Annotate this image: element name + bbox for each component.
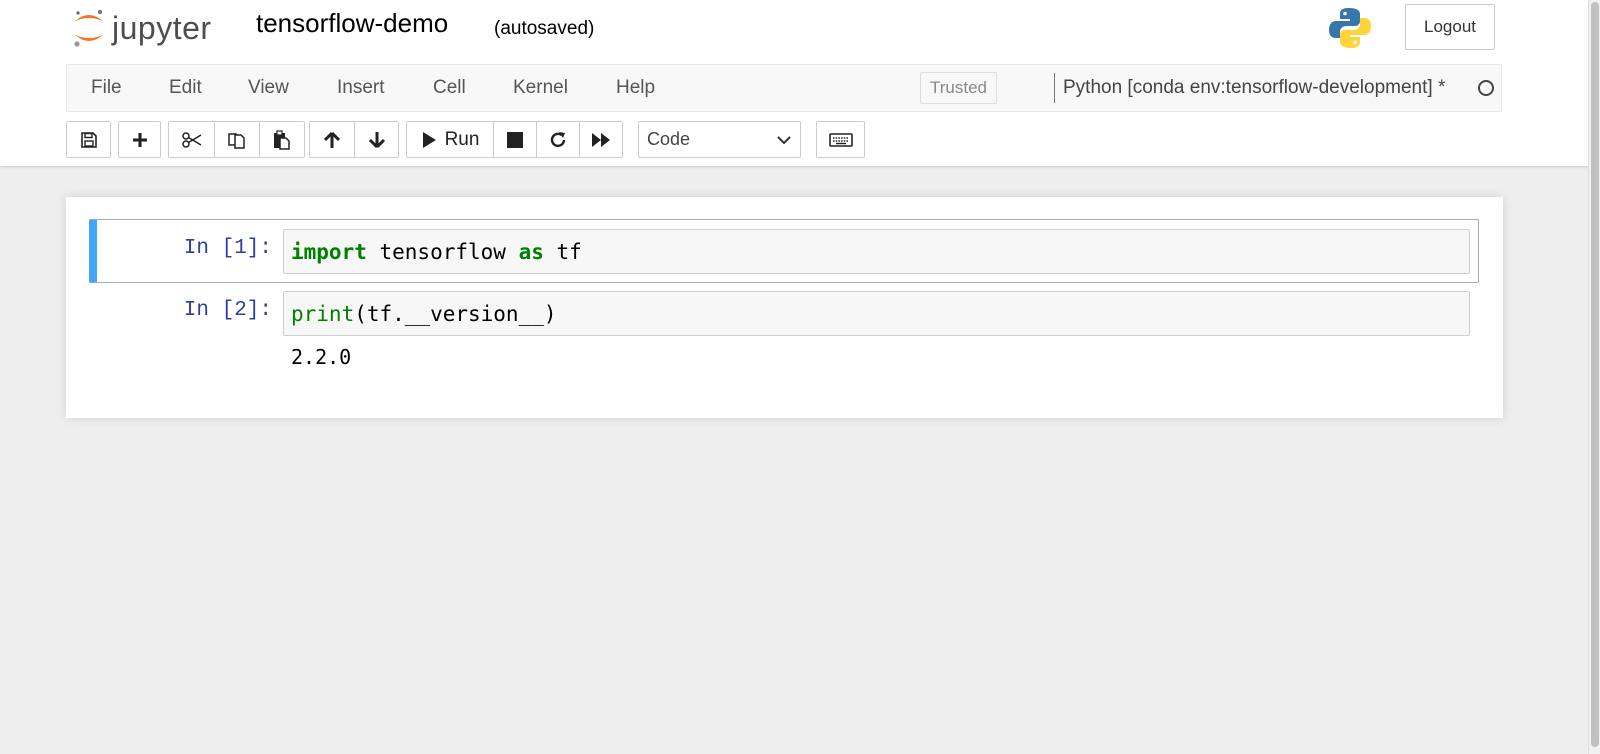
move-group (309, 121, 399, 158)
insert-cell-button[interactable] (119, 122, 160, 157)
menubar: File Edit View Insert Cell Kernel Help T… (66, 64, 1502, 112)
run-button[interactable]: Run (407, 122, 493, 157)
save-icon (80, 131, 97, 148)
cell-output: 2.2.0 (291, 345, 352, 369)
cell-type-value: Code (647, 129, 691, 149)
kernel-name[interactable]: Python [conda env:tensorflow-development… (1063, 77, 1445, 99)
input-prompt: In [2]: (183, 299, 272, 322)
edit-group (168, 121, 305, 158)
python-logo-icon (1329, 8, 1371, 48)
code-cell[interactable]: In [1]: import tensorflow as tf (89, 219, 1479, 283)
move-up-button[interactable] (310, 122, 354, 157)
jupyter-logo-icon (74, 9, 103, 47)
notebook-title[interactable]: tensorflow-demo (256, 8, 448, 39)
kernel-idle-icon (1478, 80, 1494, 96)
menu-edit[interactable]: Edit (169, 77, 202, 99)
paste-icon (274, 129, 290, 150)
menu-view[interactable]: View (248, 77, 289, 99)
play-icon (422, 131, 436, 148)
scrollbar-thumb[interactable] (1591, 2, 1599, 747)
cell-type-select[interactable]: Code (638, 121, 801, 158)
code-input[interactable]: import tensorflow as tf (283, 229, 1470, 274)
chevron-down-icon (777, 136, 791, 145)
trusted-indicator[interactable]: Trusted (920, 72, 998, 104)
command-palette-button[interactable] (817, 122, 864, 157)
autosave-status: (autosaved) (494, 18, 595, 39)
arrow-up-icon (323, 131, 341, 148)
move-down-button[interactable] (354, 122, 398, 157)
code-token: import (291, 239, 367, 264)
copy-icon (228, 132, 245, 149)
menu-cell[interactable]: Cell (433, 77, 466, 99)
kernel-divider (1054, 73, 1055, 103)
code-token: (tf.__version__) (354, 301, 557, 326)
code-token: tensorflow (366, 239, 519, 264)
restart-icon (550, 131, 566, 147)
code-cell[interactable]: In [2]: print (tf.__version__) 2.2.0 (89, 283, 1479, 418)
code-token: tf (543, 239, 582, 264)
menu-insert[interactable]: Insert (337, 77, 385, 99)
insert-group (118, 121, 161, 158)
page-scrollbar[interactable] (1588, 0, 1600, 754)
interrupt-button[interactable] (493, 122, 536, 157)
restart-button[interactable] (536, 122, 579, 157)
code-token: as (518, 239, 544, 264)
toolbar: Run Code (66, 121, 1366, 158)
run-group: Run (406, 121, 623, 158)
menu-help[interactable]: Help (616, 77, 655, 99)
cut-button[interactable] (169, 122, 214, 157)
logout-button[interactable]: Logout (1405, 4, 1495, 50)
restart-run-all-button[interactable] (579, 122, 622, 157)
run-label: Run (444, 128, 480, 150)
input-prompt: In [1]: (183, 237, 272, 260)
code-input[interactable]: print (tf.__version__) (283, 291, 1470, 336)
notebook-header: jupyter tensorflow-demo (autosaved) Logo… (0, 0, 1588, 166)
notebook-container: In [1]: import tensorflow as tf In [2]: … (66, 197, 1503, 418)
cut-icon (181, 131, 201, 148)
keyboard-icon (828, 132, 853, 147)
arrow-down-icon (368, 131, 385, 148)
jupyter-logo-text: jupyter (112, 9, 212, 46)
shortcuts-group (816, 121, 865, 158)
menu-kernel[interactable]: Kernel (513, 77, 568, 99)
jupyter-logo[interactable]: jupyter (72, 6, 212, 50)
menu-file[interactable]: File (91, 77, 122, 99)
save-button[interactable] (67, 122, 110, 157)
plus-icon (132, 132, 147, 147)
copy-button[interactable] (214, 122, 259, 157)
fast-forward-icon (592, 132, 610, 147)
stop-icon (507, 131, 523, 148)
paste-button[interactable] (259, 122, 304, 157)
save-group (66, 121, 111, 158)
code-token: print (291, 301, 355, 326)
